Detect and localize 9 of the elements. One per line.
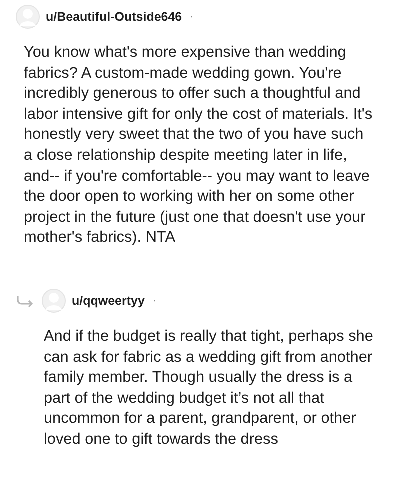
comment-text: And if the budget is really that tight, perhaps she can ask for fabric as a wedding gift from another family member. Though usually the dress is a part of the wedding budget it’s not all that uncommon for a parent, grandparent, or other loved one to gift towards the dress [44, 326, 374, 450]
avatar-icon [42, 288, 66, 313]
separator-dot: · [152, 294, 157, 307]
separator-dot: · [190, 11, 194, 23]
username-link[interactable]: u/qqweertyy [72, 294, 145, 308]
avatar-icon [16, 5, 40, 29]
username-link[interactable]: u/Beautiful-Outside646 [46, 10, 182, 24]
comment-text: You know what's more expensive than wedding fabrics? A custom-made wedding gown. You're incredibly generous to offer such a thoughtful and labor intensive gift for only the cost of materials. It's honestly very sweet that the two of you have such a close relationship despite meeting later in life, and-- if you're comfortable-- you may want to leave the door open to working with her on some other project in the future (just one that doesn't use your mother's fabrics). NTA [24, 43, 374, 248]
reply-arrow-icon [16, 294, 34, 307]
